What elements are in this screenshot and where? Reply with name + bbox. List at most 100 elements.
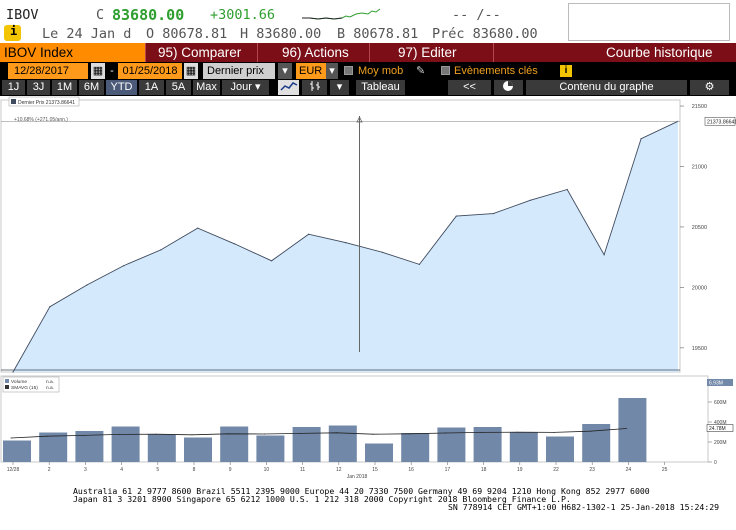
x-tick-label: 17 — [445, 467, 451, 473]
period-1j[interactable]: 1J — [2, 80, 26, 95]
chart-icon[interactable] — [494, 80, 524, 95]
function-title: Courbe historique — [560, 43, 736, 62]
dropdown-icon[interactable]: ▾ — [326, 63, 338, 79]
volume-bar — [147, 434, 176, 462]
chevron-down-icon: ▾ — [254, 81, 261, 93]
smavg-point — [625, 428, 627, 429]
smavg-point — [444, 432, 446, 434]
price-change: +3001.66 — [210, 7, 276, 23]
period-ytd[interactable]: YTD — [106, 80, 138, 95]
last-price: 83680.00 — [112, 6, 185, 24]
price-point — [381, 251, 383, 253]
info-icon[interactable] — [4, 24, 21, 41]
smavg-point — [263, 433, 265, 435]
close-label: C — [96, 7, 105, 23]
chart-area: Dernier Prix 21373.86641 +10.68% (+271.05… — [0, 96, 736, 530]
x-tick-label: 2 — [48, 467, 51, 473]
x-tick-label: 11 — [300, 467, 305, 473]
x-tick-label: 19 — [517, 467, 523, 473]
date-separator: - — [110, 65, 114, 77]
line-chart-icon[interactable] — [278, 80, 300, 95]
period-1a[interactable]: 1A — [139, 80, 165, 95]
end-date-field[interactable]: 01/25/2018 — [118, 63, 182, 79]
price-y-tick-label: 21000 — [692, 164, 707, 170]
events-label[interactable]: Evènements clés — [454, 63, 538, 79]
volume-y-tick-label: 0 — [714, 460, 717, 466]
footer: Australia 61 2 9777 8600 Brazil 5511 239… — [0, 485, 736, 530]
previous-button[interactable]: << — [448, 80, 492, 95]
quote-box — [568, 3, 730, 41]
price-point — [49, 306, 51, 308]
price-point — [640, 138, 642, 140]
x-axis-caption: Jan 2018 — [347, 474, 368, 480]
x-tick-label: 4 — [120, 467, 123, 473]
table-button[interactable]: Tableau — [356, 80, 406, 95]
price-point — [12, 371, 14, 373]
sparkline — [302, 8, 381, 20]
compare-menu[interactable]: 95) Comparer — [146, 43, 258, 62]
volume-legend-label: SMAVG (15) — [11, 385, 38, 391]
price-type-select[interactable]: Dernier prix — [203, 63, 275, 79]
price-point — [492, 213, 494, 215]
price-point — [603, 254, 605, 256]
frequency-select[interactable]: Jour ▾ — [222, 80, 270, 95]
smavg-point — [10, 437, 12, 439]
period-1m[interactable]: 1M — [52, 80, 78, 95]
actions-menu[interactable]: 96) Actions — [258, 43, 370, 62]
calendar-icon[interactable]: ▦ — [91, 63, 105, 79]
period-5a[interactable]: 5A — [166, 80, 192, 95]
gear-icon[interactable]: ⚙ — [690, 80, 730, 95]
high-price: H 83680.00 — [240, 26, 322, 42]
moving-avg-checkbox[interactable] — [344, 66, 353, 75]
x-tick-label: 12/28 — [7, 467, 20, 473]
volume-bar — [256, 435, 285, 462]
quote-date: Le 24 Jan d — [42, 26, 132, 42]
price-y-tick-label: 21500 — [692, 104, 707, 110]
smavg-point — [553, 431, 555, 433]
bar-chart-icon[interactable] — [302, 80, 328, 95]
calendar-icon[interactable]: ▦ — [184, 63, 198, 79]
period-6m[interactable]: 6M — [79, 80, 105, 95]
start-date-field[interactable]: 12/28/2017 — [8, 63, 88, 79]
smavg-point — [119, 433, 121, 435]
dropdown-icon[interactable]: ▾ — [278, 63, 292, 79]
x-tick-label: 9 — [229, 467, 232, 473]
price-legend-label: Dernier Prix 21373.86641 — [18, 100, 75, 106]
price-point — [197, 227, 199, 229]
x-tick-label: 16 — [408, 467, 414, 473]
price-point — [529, 199, 531, 201]
price-point — [344, 242, 347, 244]
x-tick-label: 8 — [193, 467, 196, 473]
volume-bar — [328, 425, 357, 462]
smavg-last-label: 24.78M — [709, 426, 726, 432]
previous-close: Préc 83680.00 — [432, 26, 538, 42]
smavg-point — [191, 434, 193, 436]
open-price: O 80678.81 — [146, 26, 228, 42]
volume-y-tick-label: 200M — [714, 440, 727, 446]
events-checkbox[interactable] — [441, 66, 450, 75]
volume-bar — [365, 443, 393, 462]
currency-select[interactable]: EUR — [296, 63, 326, 79]
pencil-icon[interactable]: ✎ — [416, 63, 430, 79]
volume-bar — [509, 432, 538, 462]
security-name[interactable]: IBOV Index — [0, 43, 146, 62]
frequency-label: Jour — [230, 81, 252, 93]
period-max[interactable]: Max — [193, 80, 221, 95]
price-point — [123, 265, 125, 267]
chart-svg[interactable]: Dernier Prix 21373.86641 +10.68% (+271.05… — [0, 96, 736, 485]
chart-content-button[interactable]: Contenu du graphe — [526, 80, 688, 95]
moving-avg-label[interactable]: Moy mob — [358, 63, 403, 79]
price-y-tick-label: 20000 — [692, 285, 707, 291]
low-price: B 80678.81 — [337, 26, 419, 42]
price-y-tick-label: 19500 — [692, 346, 707, 352]
smavg-point — [300, 432, 302, 434]
info-icon[interactable]: i — [560, 65, 572, 77]
smavg-point — [46, 435, 48, 437]
chevron-down-icon[interactable]: ▾ — [330, 80, 350, 95]
edit-menu[interactable]: 97) Editer — [370, 43, 494, 62]
smavg-point — [517, 431, 519, 433]
volume-legend-value: n.a. — [46, 386, 54, 391]
period-3j[interactable]: 3J — [27, 80, 51, 95]
x-tick-label: 12 — [336, 467, 342, 473]
volume-bar — [546, 436, 574, 462]
